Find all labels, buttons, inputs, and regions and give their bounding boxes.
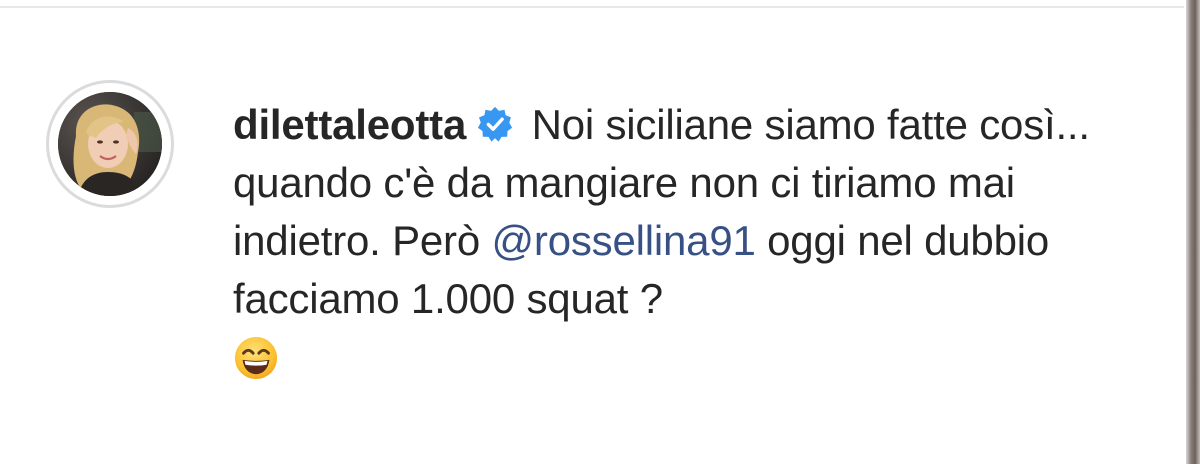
window-edge — [1186, 0, 1200, 464]
avatar-image — [58, 92, 162, 196]
grinning-face-with-smiling-eyes-icon — [234, 336, 278, 380]
username-link[interactable]: dilettaleotta — [233, 101, 466, 148]
avatar[interactable] — [46, 80, 174, 208]
comment-text: dilettaleotta Noi siciliane siamo fatte … — [233, 96, 1173, 386]
top-divider — [0, 6, 1184, 8]
verified-badge-icon — [478, 106, 513, 142]
mention-link[interactable]: @rossellina91 — [491, 217, 755, 264]
